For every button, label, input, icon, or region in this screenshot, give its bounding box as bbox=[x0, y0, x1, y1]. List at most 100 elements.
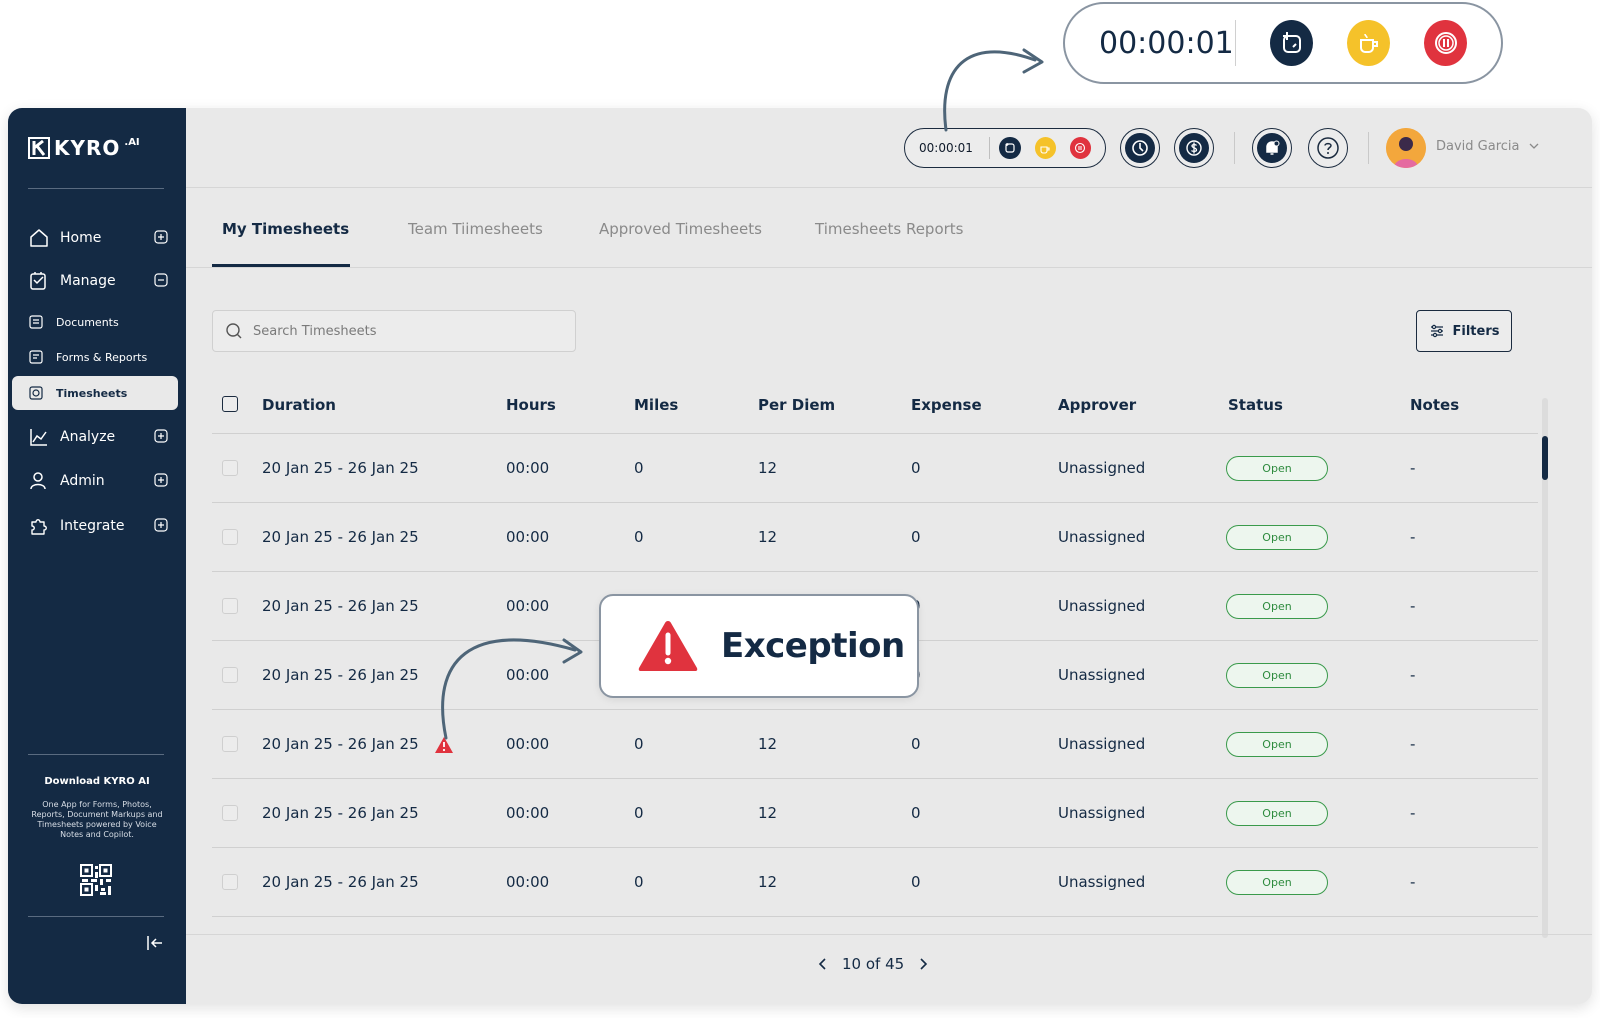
column-header-duration[interactable]: Duration bbox=[262, 396, 336, 414]
kyro-logo[interactable]: KYRO .AI bbox=[28, 136, 140, 160]
table-scrollbar[interactable] bbox=[1542, 398, 1548, 938]
cell-expense: 0 bbox=[911, 459, 921, 477]
add-note-icon bbox=[1270, 20, 1314, 66]
cell-duration: 20 Jan 25 - 26 Jan 25 bbox=[262, 459, 419, 477]
qr-code-icon[interactable] bbox=[80, 864, 112, 896]
user-name[interactable]: David Garcia bbox=[1436, 139, 1520, 154]
sidebar-item-manage[interactable]: Manage bbox=[18, 264, 176, 298]
cell-hours: 00:00 bbox=[506, 804, 550, 822]
column-header-approver[interactable]: Approver bbox=[1058, 396, 1136, 414]
expand-plus-icon[interactable] bbox=[154, 429, 168, 443]
stop-timer-icon[interactable] bbox=[1069, 137, 1091, 159]
table-row[interactable]: 20 Jan 25 - 26 Jan 25 00:00 0 12 0 Unass… bbox=[212, 710, 1538, 779]
status-badge: Open bbox=[1226, 456, 1328, 481]
row-checkbox[interactable] bbox=[222, 805, 238, 821]
table-row[interactable]: 20 Jan 25 - 26 Jan 25 00:00 0 12 0 Unass… bbox=[212, 779, 1538, 848]
timer-separator bbox=[988, 137, 990, 159]
collapse-minus-icon[interactable] bbox=[154, 273, 168, 287]
chevron-right-icon[interactable] bbox=[916, 957, 930, 971]
exception-warning-icon[interactable] bbox=[434, 736, 454, 754]
select-all-checkbox[interactable] bbox=[222, 396, 238, 412]
timer-callout-value: 00:00:01 bbox=[1099, 25, 1234, 61]
cell-miles: 0 bbox=[634, 459, 644, 477]
scrollbar-thumb[interactable] bbox=[1542, 436, 1548, 480]
tab-approved-timesheets[interactable]: Approved Timesheets bbox=[599, 220, 762, 238]
sidebar-subitem-timesheets[interactable]: Timesheets bbox=[12, 376, 178, 410]
add-note-icon[interactable] bbox=[999, 137, 1021, 159]
search-input[interactable] bbox=[253, 323, 553, 339]
row-checkbox[interactable] bbox=[222, 874, 238, 890]
status-badge: Open bbox=[1226, 594, 1328, 619]
sidebar-item-label: Manage bbox=[60, 273, 116, 289]
sidebar-item-admin[interactable]: Admin bbox=[18, 464, 176, 498]
sidebar-subitem-label: Documents bbox=[56, 315, 119, 329]
sidebar-item-home[interactable]: Home bbox=[18, 221, 176, 255]
sidebar-subitem-documents[interactable]: Documents bbox=[12, 305, 178, 339]
download-description: One App for Forms, Photos, Reports, Docu… bbox=[31, 800, 163, 839]
help-icon bbox=[1317, 137, 1339, 159]
filters-label: Filters bbox=[1452, 323, 1500, 339]
cell-hours: 00:00 bbox=[506, 666, 550, 684]
search-icon bbox=[226, 323, 242, 339]
sidebar-divider bbox=[28, 754, 164, 755]
column-header-miles[interactable]: Miles bbox=[634, 396, 678, 414]
column-header-notes[interactable]: Notes bbox=[1410, 396, 1459, 414]
dollar-icon bbox=[1179, 133, 1209, 163]
cell-miles: 0 bbox=[634, 735, 644, 753]
sidebar-subitem-label: Forms & Reports bbox=[56, 350, 148, 364]
search-box[interactable] bbox=[212, 310, 576, 352]
tab-team-timesheets[interactable]: Team Tiimesheets bbox=[408, 220, 543, 238]
notifications-button[interactable] bbox=[1252, 128, 1292, 168]
cell-duration: 20 Jan 25 - 26 Jan 25 bbox=[262, 873, 419, 891]
row-checkbox[interactable] bbox=[222, 667, 238, 683]
table-header: Duration Hours Miles Per Diem Expense Ap… bbox=[212, 374, 1538, 434]
cell-miles: 0 bbox=[634, 873, 644, 891]
table-row[interactable]: 20 Jan 25 - 26 Jan 25 00:00 0 12 0 Unass… bbox=[212, 434, 1538, 503]
collapse-sidebar-icon[interactable] bbox=[146, 934, 164, 952]
status-badge: Open bbox=[1226, 525, 1328, 550]
filters-button[interactable]: Filters bbox=[1416, 310, 1512, 352]
row-checkbox[interactable] bbox=[222, 598, 238, 614]
tab-timesheets-reports[interactable]: Timesheets Reports bbox=[815, 220, 964, 238]
tab-my-timesheets[interactable]: My Timesheets bbox=[222, 220, 349, 238]
table-row[interactable]: 20 Jan 25 - 26 Jan 25 00:00 0 12 0 Unass… bbox=[212, 848, 1538, 917]
cell-expense: 0 bbox=[911, 873, 921, 891]
chevron-left-icon[interactable] bbox=[816, 957, 830, 971]
sidebar-item-label: Admin bbox=[60, 473, 105, 489]
sidebar-item-analyze[interactable]: Analyze bbox=[18, 420, 176, 454]
cell-notes: - bbox=[1410, 666, 1416, 684]
sidebar-subitem-forms-reports[interactable]: Forms & Reports bbox=[12, 340, 178, 374]
break-coffee-icon[interactable] bbox=[1034, 137, 1056, 159]
timer-widget[interactable]: 00:00:01 bbox=[904, 128, 1106, 168]
column-header-expense[interactable]: Expense bbox=[911, 396, 982, 414]
cell-notes: - bbox=[1410, 528, 1416, 546]
table-row[interactable]: 20 Jan 25 - 26 Jan 25 00:00 0 12 0 Unass… bbox=[212, 503, 1538, 572]
column-header-per-diem[interactable]: Per Diem bbox=[758, 396, 835, 414]
pagination: 10 of 45 bbox=[186, 934, 1592, 1004]
chart-icon bbox=[28, 426, 50, 448]
row-checkbox[interactable] bbox=[222, 736, 238, 752]
dollar-button[interactable] bbox=[1174, 128, 1214, 168]
expand-plus-icon[interactable] bbox=[154, 230, 168, 244]
exception-callout: Exception bbox=[599, 594, 919, 698]
chevron-down-icon[interactable] bbox=[1528, 140, 1540, 152]
cell-miles: 0 bbox=[634, 804, 644, 822]
column-header-status[interactable]: Status bbox=[1228, 396, 1283, 414]
row-checkbox[interactable] bbox=[222, 529, 238, 545]
cell-per-diem: 12 bbox=[758, 459, 778, 477]
app-window: KYRO .AI Home Manage Documents Forms & R… bbox=[8, 108, 1592, 1004]
expand-plus-icon[interactable] bbox=[154, 473, 168, 487]
sidebar-item-integrate[interactable]: Integrate bbox=[18, 509, 176, 543]
row-checkbox[interactable] bbox=[222, 460, 238, 476]
expand-plus-icon[interactable] bbox=[154, 518, 168, 532]
status-badge: Open bbox=[1226, 663, 1328, 688]
column-header-hours[interactable]: Hours bbox=[506, 396, 556, 414]
cell-notes: - bbox=[1410, 459, 1416, 477]
status-badge: Open bbox=[1226, 870, 1328, 895]
help-button[interactable] bbox=[1308, 128, 1348, 168]
clock-button[interactable] bbox=[1120, 128, 1160, 168]
avatar[interactable] bbox=[1386, 128, 1426, 168]
cell-per-diem: 12 bbox=[758, 528, 778, 546]
cell-approver: Unassigned bbox=[1058, 528, 1146, 546]
cell-miles: 0 bbox=[634, 528, 644, 546]
